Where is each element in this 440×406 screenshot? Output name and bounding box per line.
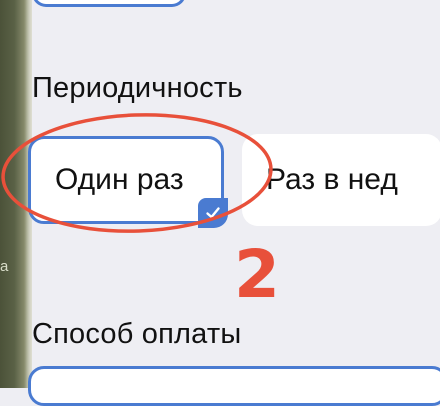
payment-method-option[interactable] bbox=[28, 366, 440, 406]
selected-check-icon bbox=[198, 198, 228, 228]
option-once-label: Один раз bbox=[55, 163, 184, 196]
payment-method-label: Способ оплаты bbox=[32, 318, 242, 350]
sidebar-partial-text: a bbox=[0, 258, 9, 275]
periodicity-label: Периодичность bbox=[32, 72, 243, 104]
previous-selected-option[interactable] bbox=[32, 0, 186, 7]
option-weekly[interactable]: Раз в нед bbox=[242, 134, 440, 226]
option-weekly-label: Раз в нед bbox=[266, 163, 398, 196]
annotation-number: 2 bbox=[234, 236, 280, 313]
option-once[interactable]: Один раз bbox=[28, 136, 224, 224]
